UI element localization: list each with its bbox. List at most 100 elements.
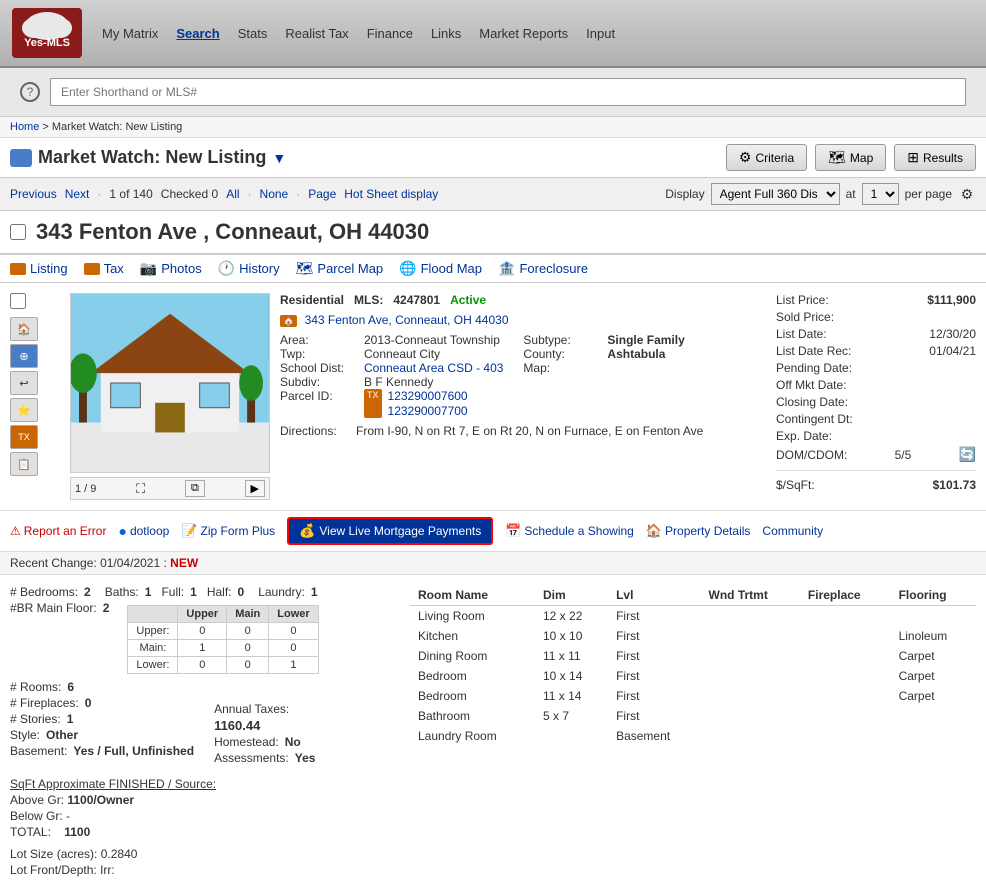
nav-links-item[interactable]: Links bbox=[431, 26, 461, 41]
twp-row: Twp: Conneaut City bbox=[280, 347, 503, 361]
school-link[interactable]: Conneaut Area CSD - 403 bbox=[364, 361, 503, 375]
previous-button[interactable]: Previous bbox=[10, 187, 57, 201]
lot-front-row: Lot Front/Depth: Irr: bbox=[10, 863, 390, 877]
tool-4[interactable]: ⭐ bbox=[10, 398, 38, 422]
tab-tax[interactable]: Tax bbox=[84, 261, 124, 276]
bedrooms-row: # Bedrooms: 2 Baths: 1 Full: 1 Half: 0 L… bbox=[10, 585, 390, 599]
dotloop-link[interactable]: ● dotloop bbox=[118, 523, 169, 539]
lot-section: Lot Size (acres): 0.2840 Lot Front/Depth… bbox=[10, 847, 390, 877]
property-details-link[interactable]: 🏠 Property Details bbox=[646, 523, 751, 539]
yes-mls-logo: Yes-MLS bbox=[12, 8, 82, 58]
room-row-2: Dining Room11 x 11FirstCarpet bbox=[410, 646, 976, 666]
above-gr-row: Above Gr: 1100/Owner bbox=[10, 793, 390, 807]
settings-icon[interactable]: ⚙ bbox=[958, 185, 976, 203]
svg-text:Yes-MLS: Yes-MLS bbox=[24, 37, 70, 49]
tool-1[interactable]: 🏠 bbox=[10, 317, 38, 341]
per-page-label: per page bbox=[905, 187, 952, 201]
display-label: Display bbox=[665, 187, 704, 201]
recent-change-date: 01/04/2021 bbox=[100, 556, 160, 570]
nav-market-reports[interactable]: Market Reports bbox=[479, 26, 568, 41]
hot-sheet-link[interactable]: Hot Sheet display bbox=[344, 187, 438, 201]
display-area: Display Agent Full 360 Dis at 1 per page… bbox=[665, 183, 976, 205]
lot-size-row: Lot Size (acres): 0.2840 bbox=[10, 847, 390, 861]
floor-row-lower: Lower: 0 0 1 bbox=[128, 657, 318, 674]
tab-listing[interactable]: Listing bbox=[10, 261, 68, 276]
tab-photos[interactable]: 📷 Photos bbox=[140, 260, 202, 277]
image-count: 1 / 9 bbox=[75, 483, 96, 495]
tool-3[interactable]: ↩ bbox=[10, 371, 38, 395]
criteria-button[interactable]: ⚙ Criteria bbox=[726, 144, 807, 171]
room-row-4: Bedroom11 x 14FirstCarpet bbox=[410, 686, 976, 706]
tool-tx[interactable]: TX bbox=[10, 425, 38, 449]
parcel-link-1[interactable]: 123290007600 bbox=[388, 389, 468, 403]
taxes-section: Annual Taxes: 1160.44 Homestead: No Asse… bbox=[214, 702, 315, 767]
report-error-link[interactable]: ⚠ Report an Error bbox=[10, 524, 106, 538]
tool-5[interactable]: 📋 bbox=[10, 452, 38, 476]
nav-my-matrix[interactable]: My Matrix bbox=[102, 26, 158, 41]
room-row-6: Laundry RoomBasement bbox=[410, 726, 976, 746]
floor-row-upper: Upper: 0 0 0 bbox=[128, 623, 318, 640]
fireplaces-stories: # Fireplaces: 0 # Stories: 1 Style: Othe… bbox=[10, 696, 194, 767]
tool-2[interactable]: ⊕ bbox=[10, 344, 38, 368]
title-dropdown[interactable]: ▼ bbox=[272, 150, 286, 166]
breadcrumb-sep1: > bbox=[42, 121, 51, 133]
nav-finance[interactable]: Finance bbox=[367, 26, 413, 41]
nav-realist-tax[interactable]: Realist Tax bbox=[285, 26, 348, 41]
floor-table: Upper Main Lower Upper: 0 0 0 Main: 1 0 … bbox=[127, 605, 318, 674]
contingent-row: Contingent Dt: bbox=[776, 412, 976, 426]
image-panel: 1 / 9 ⛶ ⧉ ▶ bbox=[70, 293, 270, 500]
page-link[interactable]: Page bbox=[308, 187, 336, 201]
col-flooring: Flooring bbox=[891, 585, 976, 606]
community-link[interactable]: Community bbox=[762, 524, 823, 538]
list-date-row: List Date: 12/30/20 bbox=[776, 327, 976, 341]
mls-number: 4247801 bbox=[393, 293, 440, 307]
lower-specs: # Fireplaces: 0 # Stories: 1 Style: Othe… bbox=[10, 696, 390, 767]
listing-checkbox[interactable] bbox=[10, 293, 26, 309]
zip-form-icon: 📝 bbox=[181, 523, 197, 539]
nav-search[interactable]: Search bbox=[176, 26, 219, 41]
copy-button[interactable]: ⧉ bbox=[185, 480, 205, 497]
annual-taxes-row: Annual Taxes: bbox=[214, 702, 315, 716]
list-price-row: List Price: $111,900 bbox=[776, 293, 976, 307]
recent-change-label: Recent Change: bbox=[10, 556, 97, 570]
tab-parcel-map[interactable]: 🗺 Parcel Map bbox=[296, 260, 384, 277]
help-icon[interactable]: ? bbox=[20, 82, 40, 102]
parcel-link-2[interactable]: 123290007700 bbox=[388, 404, 468, 418]
tab-flood-map[interactable]: 🌐 Flood Map bbox=[399, 260, 482, 277]
logo: Yes-MLS bbox=[12, 8, 82, 58]
breadcrumb-home[interactable]: Home bbox=[10, 121, 39, 133]
mortgage-button[interactable]: 💰 View Live Mortgage Payments bbox=[287, 517, 493, 545]
map-button[interactable]: 🗺 Map bbox=[815, 144, 886, 171]
next-button[interactable]: Next bbox=[65, 187, 90, 201]
expand-button[interactable]: ⛶ bbox=[136, 481, 145, 497]
display-select[interactable]: Agent Full 360 Dis bbox=[711, 183, 840, 205]
at-select[interactable]: 1 bbox=[862, 183, 899, 205]
directions-section: Directions: From I-90, N on Rt 7, E on R… bbox=[280, 424, 766, 438]
none-link[interactable]: None bbox=[260, 187, 289, 201]
property-address-bar: 343 Fenton Ave , Conneaut, OH 44030 bbox=[0, 211, 986, 255]
top-navigation: Yes-MLS My Matrix Search Stats Realist T… bbox=[0, 0, 986, 68]
header-buttons: ⚙ Criteria 🗺 Map ⊞ Results bbox=[726, 144, 976, 171]
next-image-button[interactable]: ▶ bbox=[245, 480, 265, 497]
checked-count: Checked 0 bbox=[161, 187, 218, 201]
refresh-icon[interactable]: 🔄 bbox=[959, 446, 976, 463]
breadcrumb: Home > Market Watch: New Listing bbox=[0, 117, 986, 138]
mls-label: MLS: bbox=[354, 293, 383, 307]
details-panel: Residential MLS: 4247801 Active 🏠 343 Fe… bbox=[280, 293, 766, 500]
dotloop-icon: ● bbox=[118, 523, 126, 539]
all-link[interactable]: All bbox=[226, 187, 239, 201]
property-checkbox[interactable] bbox=[10, 224, 26, 240]
search-input[interactable] bbox=[50, 78, 966, 106]
off-mkt-row: Off Mkt Date: bbox=[776, 378, 976, 392]
nav-input[interactable]: Input bbox=[586, 26, 615, 41]
schedule-link[interactable]: 📅 Schedule a Showing bbox=[505, 523, 634, 539]
nav-stats[interactable]: Stats bbox=[238, 26, 268, 41]
tab-foreclosure[interactable]: 🏦 Foreclosure bbox=[498, 260, 588, 277]
exp-date-row: Exp. Date: bbox=[776, 429, 976, 443]
results-button[interactable]: ⊞ Results bbox=[894, 144, 976, 171]
subtype-row: Subtype: Single Family bbox=[523, 333, 684, 347]
tab-history[interactable]: 🕐 History bbox=[218, 260, 280, 277]
col-room-name: Room Name bbox=[410, 585, 535, 606]
address-link[interactable]: 343 Fenton Ave, Conneaut, OH 44030 bbox=[305, 313, 509, 327]
zip-form-link[interactable]: 📝 Zip Form Plus bbox=[181, 523, 275, 539]
